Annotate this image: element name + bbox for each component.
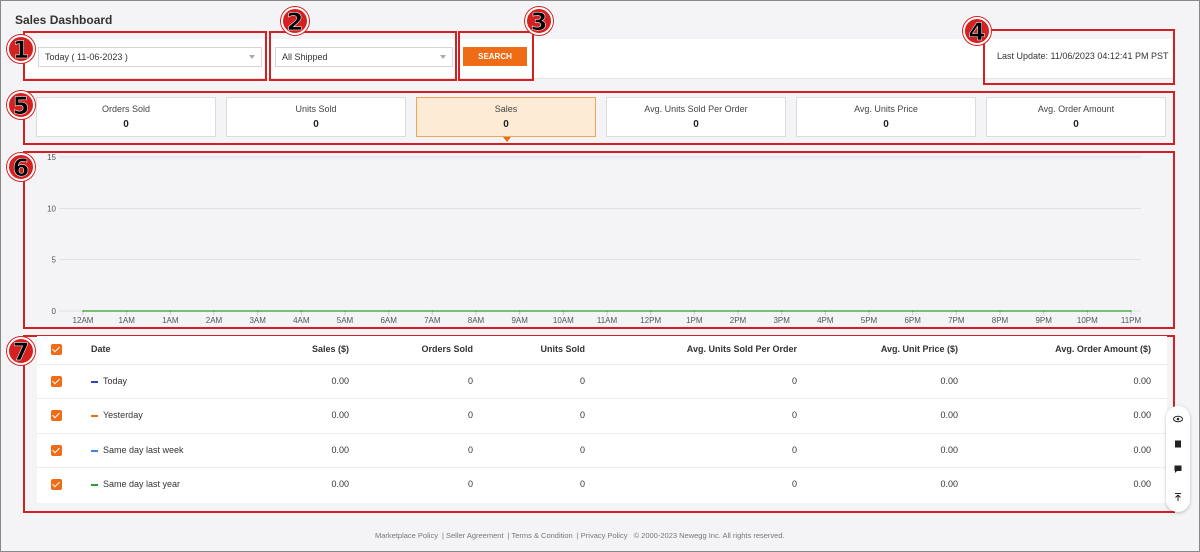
page-title: Sales Dashboard: [15, 13, 113, 27]
chat-icon[interactable]: [1173, 464, 1183, 474]
stat-value: 0: [313, 119, 319, 130]
stat-value: 0: [883, 119, 889, 130]
callout-box-1: [23, 31, 267, 81]
cell-date: Same day last year: [103, 479, 181, 489]
stat-value: 0: [123, 119, 129, 130]
cell-avg-units: 0: [791, 376, 797, 386]
stat-value: 0: [503, 119, 509, 130]
cell-avg-price: 0.00: [940, 445, 958, 455]
callout-box-6: [23, 151, 1175, 329]
cell-avg-order: 0.00: [1133, 445, 1151, 455]
col-header-avg-price: Avg. Unit Price ($): [880, 344, 958, 354]
callout-badge-3: 3: [525, 7, 553, 35]
select-all-checkbox[interactable]: [51, 344, 62, 355]
callout-badge-1: 1: [7, 35, 35, 63]
footer-link-seller-agreement[interactable]: Seller Agreement: [446, 531, 504, 540]
cell-sales: 0.00: [331, 445, 349, 455]
callout-badge-2: 2: [281, 7, 309, 35]
col-header-sales: Sales ($): [311, 344, 349, 354]
series-color-swatch: [91, 415, 98, 417]
callout-badge-4: 4: [963, 17, 991, 45]
row-checkbox[interactable]: [51, 445, 62, 456]
cell-units: 0: [579, 445, 585, 455]
cell-orders: 0: [467, 479, 473, 489]
cell-avg-units: 0: [791, 445, 797, 455]
footer: Marketplace Policy | Seller Agreement | Te…: [375, 531, 785, 540]
col-header-units: Units Sold: [540, 344, 586, 354]
cell-date: Today: [103, 376, 128, 386]
stat-card-avg-order-amount[interactable]: Avg. Order Amount 0: [986, 97, 1166, 137]
cell-avg-units: 0: [791, 410, 797, 420]
cell-avg-price: 0.00: [940, 376, 958, 386]
stat-card-sales[interactable]: Sales 0: [416, 97, 596, 142]
cell-avg-price: 0.00: [940, 479, 958, 489]
cell-avg-price: 0.00: [940, 410, 958, 420]
stat-label: Avg. Units Price: [854, 104, 918, 114]
cell-units: 0: [579, 410, 585, 420]
row-checkbox[interactable]: [51, 410, 62, 421]
stat-value: 0: [1073, 119, 1079, 130]
row-checkbox[interactable]: [51, 479, 62, 490]
cell-units: 0: [579, 479, 585, 489]
callout-badge-5: 5: [7, 91, 35, 119]
series-color-swatch: [91, 484, 98, 486]
series-color-swatch: [91, 450, 98, 452]
cell-orders: 0: [467, 376, 473, 386]
stat-card-avg-units-per-order[interactable]: Avg. Units Sold Per Order 0: [606, 97, 786, 137]
stat-value: 0: [693, 119, 699, 130]
footer-link-marketplace-policy[interactable]: Marketplace Policy: [375, 531, 438, 540]
callout-box-3: [458, 31, 534, 81]
callout-box-2: [269, 31, 457, 81]
stat-label: Avg. Order Amount: [1037, 104, 1115, 114]
cell-avg-units: 0: [791, 479, 797, 489]
stat-card-units-sold[interactable]: Units Sold 0: [226, 97, 406, 137]
col-header-date: Date: [91, 344, 111, 354]
callout-badge-7: 7: [7, 337, 35, 365]
side-toolbar: [1166, 406, 1190, 512]
row-checkbox[interactable]: [51, 376, 62, 387]
footer-link-terms[interactable]: Terms & Condition: [511, 531, 572, 540]
scroll-top-icon[interactable]: [1173, 492, 1183, 502]
cell-avg-order: 0.00: [1133, 479, 1151, 489]
stat-card-orders-sold[interactable]: Orders Sold 0: [36, 97, 216, 137]
cell-sales: 0.00: [331, 479, 349, 489]
stat-card-avg-units-price[interactable]: Avg. Units Price 0: [796, 97, 976, 137]
stat-label: Units Sold: [295, 104, 337, 114]
series-color-swatch: [91, 381, 98, 383]
col-header-orders: Orders Sold: [421, 344, 473, 354]
copyright-text: © 2000-2023 Newegg Inc. All rights reser…: [633, 531, 785, 540]
book-icon[interactable]: [1173, 439, 1183, 449]
callout-badge-6: 6: [7, 153, 35, 181]
stat-label: Orders Sold: [101, 104, 151, 114]
cell-orders: 0: [467, 445, 473, 455]
cell-avg-order: 0.00: [1133, 410, 1151, 420]
col-header-avg-order: Avg. Order Amount ($): [1055, 344, 1151, 354]
col-header-avg-units: Avg. Units Sold Per Order: [686, 344, 797, 354]
stat-label: Sales: [494, 104, 518, 114]
cell-units: 0: [579, 376, 585, 386]
stat-label: Avg. Units Sold Per Order: [644, 104, 748, 114]
cell-sales: 0.00: [331, 376, 349, 386]
eye-icon[interactable]: [1173, 414, 1183, 424]
cell-orders: 0: [467, 410, 473, 420]
callout-box-4: [983, 29, 1175, 85]
cell-date: Yesterday: [103, 410, 143, 420]
cell-sales: 0.00: [331, 410, 349, 420]
footer-link-privacy[interactable]: Privacy Policy: [581, 531, 628, 540]
cell-avg-order: 0.00: [1133, 376, 1151, 386]
cell-date: Same day last week: [103, 445, 184, 455]
